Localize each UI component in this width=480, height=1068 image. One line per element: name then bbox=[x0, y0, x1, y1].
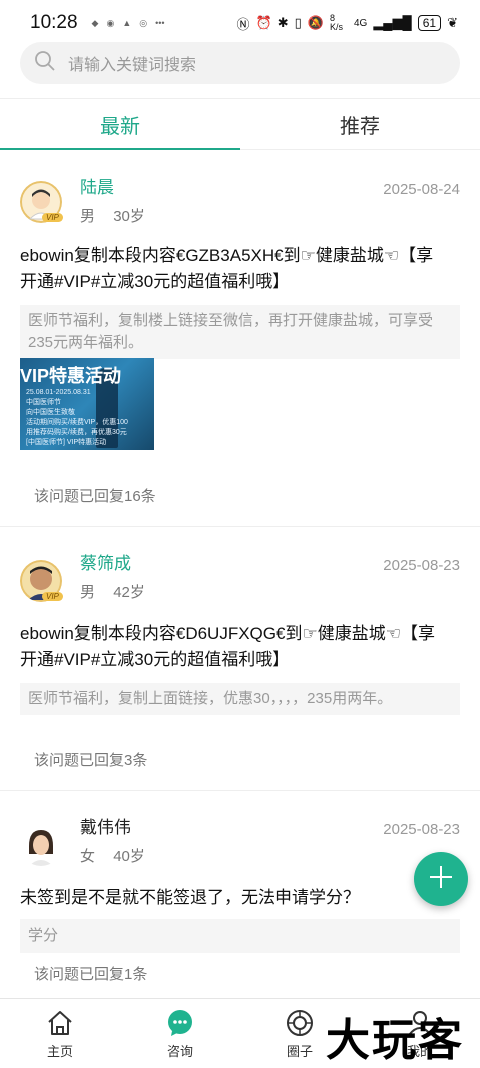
user-age: 30岁 bbox=[113, 208, 145, 225]
post-date: 2025-08-23 bbox=[383, 821, 460, 838]
watermark: 大玩客 bbox=[326, 1016, 464, 1065]
home-icon bbox=[46, 1009, 74, 1037]
vibrate-icon: ▯ bbox=[294, 15, 302, 30]
tab-bar: 最新 推荐 bbox=[0, 98, 480, 150]
notification-icons: ◆ ◉ ▲ ◎ ••• bbox=[92, 18, 165, 29]
status-time: 10:28 bbox=[30, 12, 78, 33]
user-name[interactable]: 蔡筛成 bbox=[80, 549, 131, 574]
user-name[interactable]: 戴伟伟 bbox=[80, 813, 131, 838]
post-note: 医师节福利，复制楼上链接至微信，再打开健康盐城，可享受235元两年福利。 bbox=[20, 305, 460, 359]
tab-recommended[interactable]: 推荐 bbox=[240, 99, 480, 149]
image-title: VIP特惠活动 bbox=[20, 366, 122, 386]
reply-count[interactable]: 该问题已回复16条 bbox=[34, 485, 156, 506]
search-bar[interactable]: 请输入关键词搜索 bbox=[20, 42, 460, 84]
post-title-line: 开通#VIP#立减30元的超值福利哦】 bbox=[20, 650, 290, 669]
reply-count[interactable]: 该问题已回复1条 bbox=[34, 963, 147, 984]
nav-home[interactable]: 主页 bbox=[0, 999, 120, 1068]
nav-consult[interactable]: 咨询 bbox=[120, 999, 240, 1068]
vip-badge: VIP bbox=[42, 592, 63, 601]
alarm-icon: ⏰ bbox=[255, 15, 272, 30]
image-line: [中国医师节] VIP特惠活动 bbox=[26, 439, 107, 446]
image-line: 25.08.01-2025.08.31 bbox=[26, 389, 91, 396]
status-right: Ⓝ ⏰ ✱ ▯ 🔕 8 K/s 4G ▂▄▆█ 61 ❦ bbox=[237, 14, 458, 33]
user-name[interactable]: 陆晨 bbox=[80, 173, 114, 198]
post-title-line: 未签到是不是就不能签退了，无法申请学分？ bbox=[20, 888, 360, 907]
user-meta: 男 30岁 bbox=[80, 205, 159, 226]
question-feed: VIP 陆晨 男 30岁 2025-08-24 ebowin复制本段内容€GZB… bbox=[0, 151, 480, 1003]
user-age: 40岁 bbox=[113, 848, 145, 865]
nav-label: 咨询 bbox=[166, 1044, 193, 1059]
question-card[interactable]: VIP 蔡筛成 男 42岁 2025-08-23 ebowin复制本段内容€D6… bbox=[0, 527, 480, 791]
image-line: 向中国医生致敬 bbox=[26, 409, 75, 416]
post-date: 2025-08-23 bbox=[383, 557, 460, 574]
nav-label: 主页 bbox=[46, 1044, 73, 1059]
user-meta: 男 42岁 bbox=[80, 581, 159, 602]
question-card[interactable]: VIP 陆晨 男 30岁 2025-08-24 ebowin复制本段内容€GZB… bbox=[0, 151, 480, 527]
vip-badge: VIP bbox=[42, 213, 63, 222]
nfc-icon: Ⓝ bbox=[236, 16, 250, 32]
question-card[interactable]: 戴伟伟 女 40岁 2025-08-23 未签到是不是就不能签退了，无法申请学分… bbox=[0, 791, 480, 1003]
nav-label: 圈子 bbox=[286, 1044, 313, 1059]
app-notification-icon: ◆ bbox=[91, 17, 99, 28]
user-age: 42岁 bbox=[113, 584, 145, 601]
circle-icon bbox=[286, 1009, 314, 1037]
tab-latest[interactable]: 最新 bbox=[0, 99, 240, 150]
user-gender: 男 bbox=[80, 584, 96, 601]
leaf-icon: ❦ bbox=[447, 15, 458, 30]
image-line: 用推荐码购买/续费，再优惠30元 bbox=[26, 429, 127, 436]
plus-icon bbox=[428, 864, 454, 895]
post-title-line: ebowin复制本段内容€GZB3A5XH€到☞健康盐城☜【享 bbox=[20, 246, 434, 265]
post-note: 医师节福利，复制上面链接，优惠30，，，，235用两年。 bbox=[20, 683, 460, 715]
post-title-line: 开通#VIP#立减30元的超值福利哦】 bbox=[20, 272, 290, 291]
app-notification-icon: ▲ bbox=[122, 17, 132, 28]
image-line: 中国医师节 bbox=[26, 399, 61, 406]
battery-icon: 61 bbox=[417, 15, 442, 31]
signal-icon: ▂▄▆█ bbox=[373, 15, 412, 30]
reply-count[interactable]: 该问题已回复3条 bbox=[34, 749, 147, 770]
post-date: 2025-08-24 bbox=[383, 181, 460, 198]
signal-label: 4G bbox=[353, 17, 368, 29]
image-text: 25.08.01-2025.08.31 中国医师节 向中国医生致敬 活动期间购买… bbox=[26, 388, 128, 448]
app-notification-icon: ◎ bbox=[139, 17, 148, 28]
app-notification-icon: ◉ bbox=[106, 17, 115, 28]
network-speed: 8 K/s bbox=[329, 13, 343, 32]
add-question-button[interactable] bbox=[414, 852, 468, 906]
bluetooth-icon: ✱ bbox=[277, 15, 289, 30]
status-bar: 10:28 ◆ ◉ ▲ ◎ ••• Ⓝ ⏰ ✱ ▯ 🔕 8 K/s 4G ▂▄▆… bbox=[0, 0, 480, 46]
more-notifications-icon: ••• bbox=[155, 17, 165, 28]
chat-icon bbox=[166, 1009, 194, 1037]
user-gender: 男 bbox=[80, 208, 96, 225]
mute-icon: 🔕 bbox=[307, 15, 324, 30]
search-icon bbox=[34, 50, 56, 77]
search-placeholder: 请输入关键词搜索 bbox=[68, 57, 197, 74]
post-image[interactable]: VIP特惠活动 25.08.01-2025.08.31 中国医师节 向中国医生致… bbox=[20, 358, 154, 450]
avatar[interactable] bbox=[20, 824, 62, 866]
post-title-line: ebowin复制本段内容€D6UJFXQG€到☞健康盐城☜【享 bbox=[20, 624, 435, 643]
user-gender: 女 bbox=[80, 848, 96, 865]
post-note: 学分 bbox=[20, 919, 460, 953]
image-line: 活动期间购买/续费VIP，优惠100 bbox=[26, 419, 128, 426]
user-meta: 女 40岁 bbox=[80, 845, 159, 866]
